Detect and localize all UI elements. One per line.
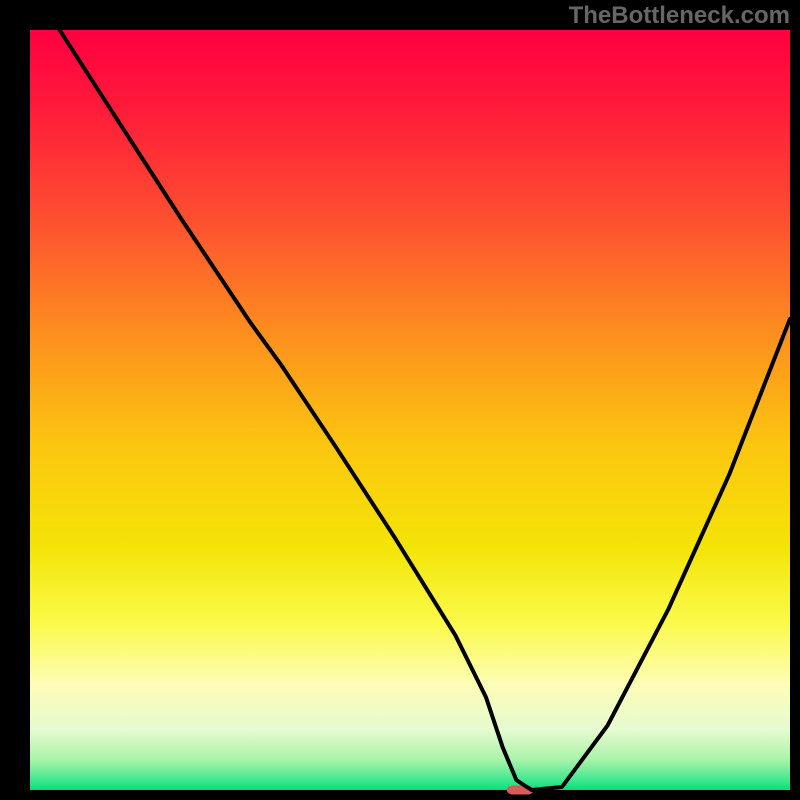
- chart-canvas: [0, 0, 800, 800]
- bottleneck-chart: TheBottleneck.com: [0, 0, 800, 800]
- plot-background: [30, 30, 790, 790]
- watermark-text: TheBottleneck.com: [569, 2, 790, 30]
